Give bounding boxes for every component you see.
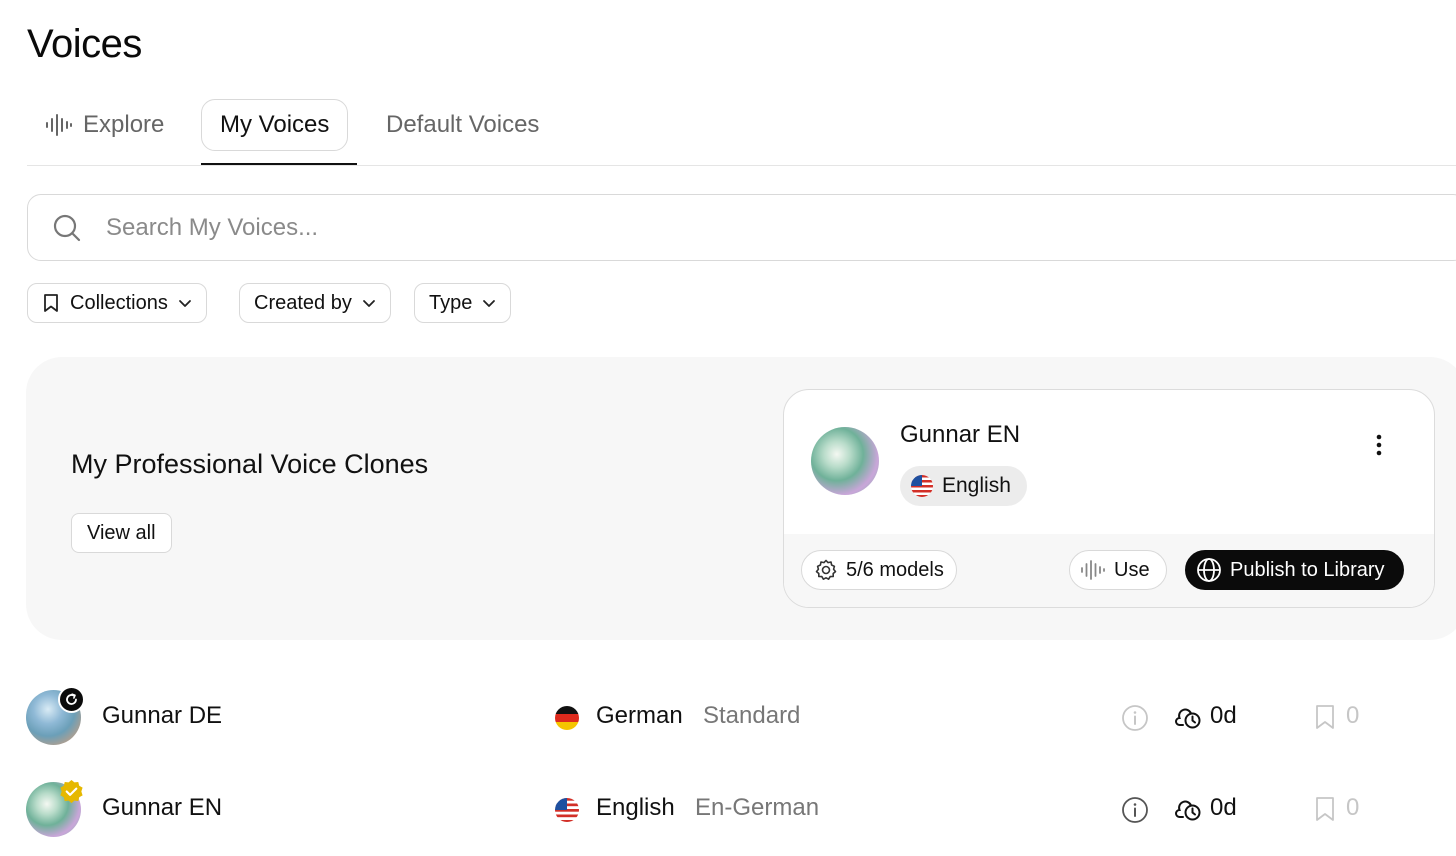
gear-icon — [815, 559, 837, 580]
created-by-filter[interactable]: Created by — [239, 283, 391, 323]
bookmark-icon[interactable] — [1314, 796, 1336, 822]
chevron-down-icon — [178, 300, 191, 307]
pvc-voice-card[interactable]: Gunnar EN English 5/6 models Use Publish… — [783, 389, 1435, 608]
tab-my-voices[interactable]: My Voices — [201, 99, 349, 151]
created-by-filter-label: Created by — [254, 291, 352, 314]
voice-avatar — [811, 427, 879, 495]
info-icon[interactable] — [1121, 796, 1149, 824]
voice-row[interactable]: Gunnar EN English En-German 0d 0 — [26, 778, 1456, 840]
tab-explore[interactable]: Explore — [45, 99, 164, 151]
search-input[interactable] — [106, 213, 1306, 242]
waveform-icon — [46, 114, 72, 136]
voice-type: Standard — [703, 702, 801, 729]
use-voice-label: Use — [1114, 558, 1150, 581]
use-voice-button[interactable]: Use — [1069, 550, 1167, 590]
voice-age: 0d — [1210, 794, 1237, 821]
saves-count: 0 — [1346, 702, 1360, 729]
type-filter-label: Type — [429, 291, 473, 314]
models-button-label: 5/6 models — [846, 558, 944, 581]
voice-language: German — [596, 702, 683, 729]
voice-language: English — [596, 794, 675, 821]
bookmark-icon[interactable] — [1314, 704, 1336, 730]
publish-to-library-label: Publish to Library — [1230, 558, 1385, 581]
clock-cloud-icon — [1175, 708, 1201, 729]
info-icon[interactable] — [1121, 704, 1149, 732]
chevron-down-icon — [362, 300, 375, 307]
us-flag-icon — [911, 475, 933, 497]
tab-my-voices-label: My Voices — [220, 111, 330, 138]
search-bar — [27, 194, 1456, 261]
waveform-icon — [1081, 560, 1105, 580]
us-flag-icon — [555, 798, 579, 822]
voice-card-name: Gunnar EN — [900, 421, 1021, 448]
voice-name: Gunnar EN — [102, 794, 223, 821]
refresh-badge-icon — [58, 686, 85, 713]
voice-type: En-German — [695, 794, 820, 821]
page-title: Voices — [27, 22, 142, 66]
voices-page: Voices Explore My Voices Default Voices — [0, 0, 1456, 856]
globe-icon — [1197, 558, 1221, 582]
voice-age: 0d — [1210, 702, 1237, 729]
tab-default-voices-label: Default Voices — [386, 111, 540, 138]
language-badge: English — [900, 466, 1027, 506]
tab-bar: Explore My Voices Default Voices — [27, 99, 1456, 166]
view-all-button[interactable]: View all — [71, 513, 172, 553]
chevron-down-icon — [483, 300, 496, 307]
clock-cloud-icon — [1175, 800, 1201, 821]
german-flag-icon — [555, 706, 579, 730]
voice-card-footer: 5/6 models Use Publish to Library — [784, 534, 1434, 607]
type-filter[interactable]: Type — [414, 283, 512, 323]
bookmark-icon — [44, 294, 58, 312]
collections-filter-label: Collections — [70, 291, 168, 314]
publish-to-library-button[interactable]: Publish to Library — [1185, 550, 1404, 590]
more-vertical-icon — [1376, 434, 1382, 456]
search-icon — [53, 214, 81, 241]
models-button[interactable]: 5/6 models — [801, 550, 957, 590]
saves-count: 0 — [1346, 794, 1360, 821]
pvc-section-title: My Professional Voice Clones — [71, 449, 429, 479]
voice-row[interactable]: Gunnar DE German Standard 0d 0 — [26, 686, 1456, 748]
professional-voice-clones-panel: My Professional Voice Clones View all Gu… — [26, 357, 1456, 640]
tab-explore-label: Explore — [83, 111, 165, 138]
verified-badge-icon — [58, 778, 85, 805]
collections-filter[interactable]: Collections — [27, 283, 207, 323]
tab-default-voices[interactable]: Default Voices — [386, 99, 539, 151]
voice-name: Gunnar DE — [102, 702, 223, 729]
active-tab-indicator — [201, 163, 357, 165]
language-badge-label: English — [942, 474, 1011, 497]
more-options-button[interactable] — [1364, 430, 1394, 460]
